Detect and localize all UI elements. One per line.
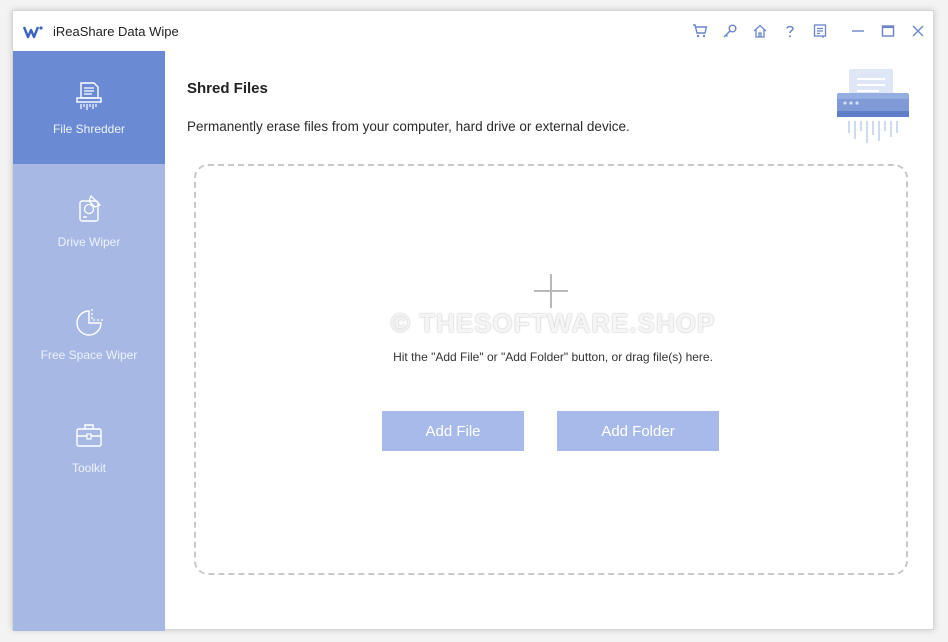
- shredder-icon: [76, 81, 102, 110]
- toolbox-icon: [76, 423, 102, 447]
- app-window: iReaShare Data Wipe File Shredder Drive …: [12, 10, 935, 631]
- feedback-icon[interactable]: [805, 11, 835, 51]
- page-title: Shred Files: [187, 80, 268, 97]
- maximize-icon[interactable]: [873, 11, 903, 51]
- app-logo-icon: [23, 26, 43, 39]
- sidebar-item-drive-wiper[interactable]: Drive Wiper: [13, 164, 165, 277]
- home-icon[interactable]: [745, 11, 775, 51]
- sidebar-item-free-space-wiper[interactable]: Free Space Wiper: [13, 277, 165, 390]
- add-folder-button[interactable]: Add Folder: [557, 411, 719, 451]
- sidebar-item-label: Toolkit: [71, 460, 106, 475]
- app-title: iReaShare Data Wipe: [53, 24, 179, 39]
- close-icon[interactable]: [903, 11, 933, 51]
- sidebar: File Shredder Drive Wiper Free Space Wip…: [13, 51, 165, 631]
- help-icon[interactable]: [775, 11, 805, 51]
- shredder-illustration-icon: [837, 69, 909, 143]
- sidebar-item-label: Drive Wiper: [57, 234, 121, 249]
- main-panel: Shred Files Permanently erase files from…: [165, 51, 935, 631]
- title-bar-controls: [685, 11, 933, 51]
- cart-icon[interactable]: [685, 11, 715, 51]
- sidebar-item-label: File Shredder: [52, 121, 126, 136]
- file-drop-zone[interactable]: © THESOFTWARE.SHOP Hit the "Add File" or…: [194, 164, 908, 575]
- minimize-icon[interactable]: [843, 11, 873, 51]
- sidebar-item-file-shredder[interactable]: File Shredder: [13, 51, 165, 164]
- add-plus-icon[interactable]: [534, 274, 568, 308]
- key-icon[interactable]: [715, 11, 745, 51]
- drive-icon: [79, 194, 102, 222]
- title-bar: iReaShare Data Wipe: [13, 11, 933, 51]
- watermark: © THESOFTWARE.SHOP: [390, 308, 716, 338]
- drop-hint-text: Hit the "Add File" or "Add Folder" butto…: [393, 350, 713, 364]
- add-file-button[interactable]: Add File: [382, 411, 524, 451]
- pie-chart-icon: [76, 308, 103, 336]
- sidebar-item-label: Free Space Wiper: [40, 347, 138, 362]
- sidebar-item-toolkit[interactable]: Toolkit: [13, 390, 165, 503]
- page-description: Permanently erase files from your comput…: [187, 119, 630, 134]
